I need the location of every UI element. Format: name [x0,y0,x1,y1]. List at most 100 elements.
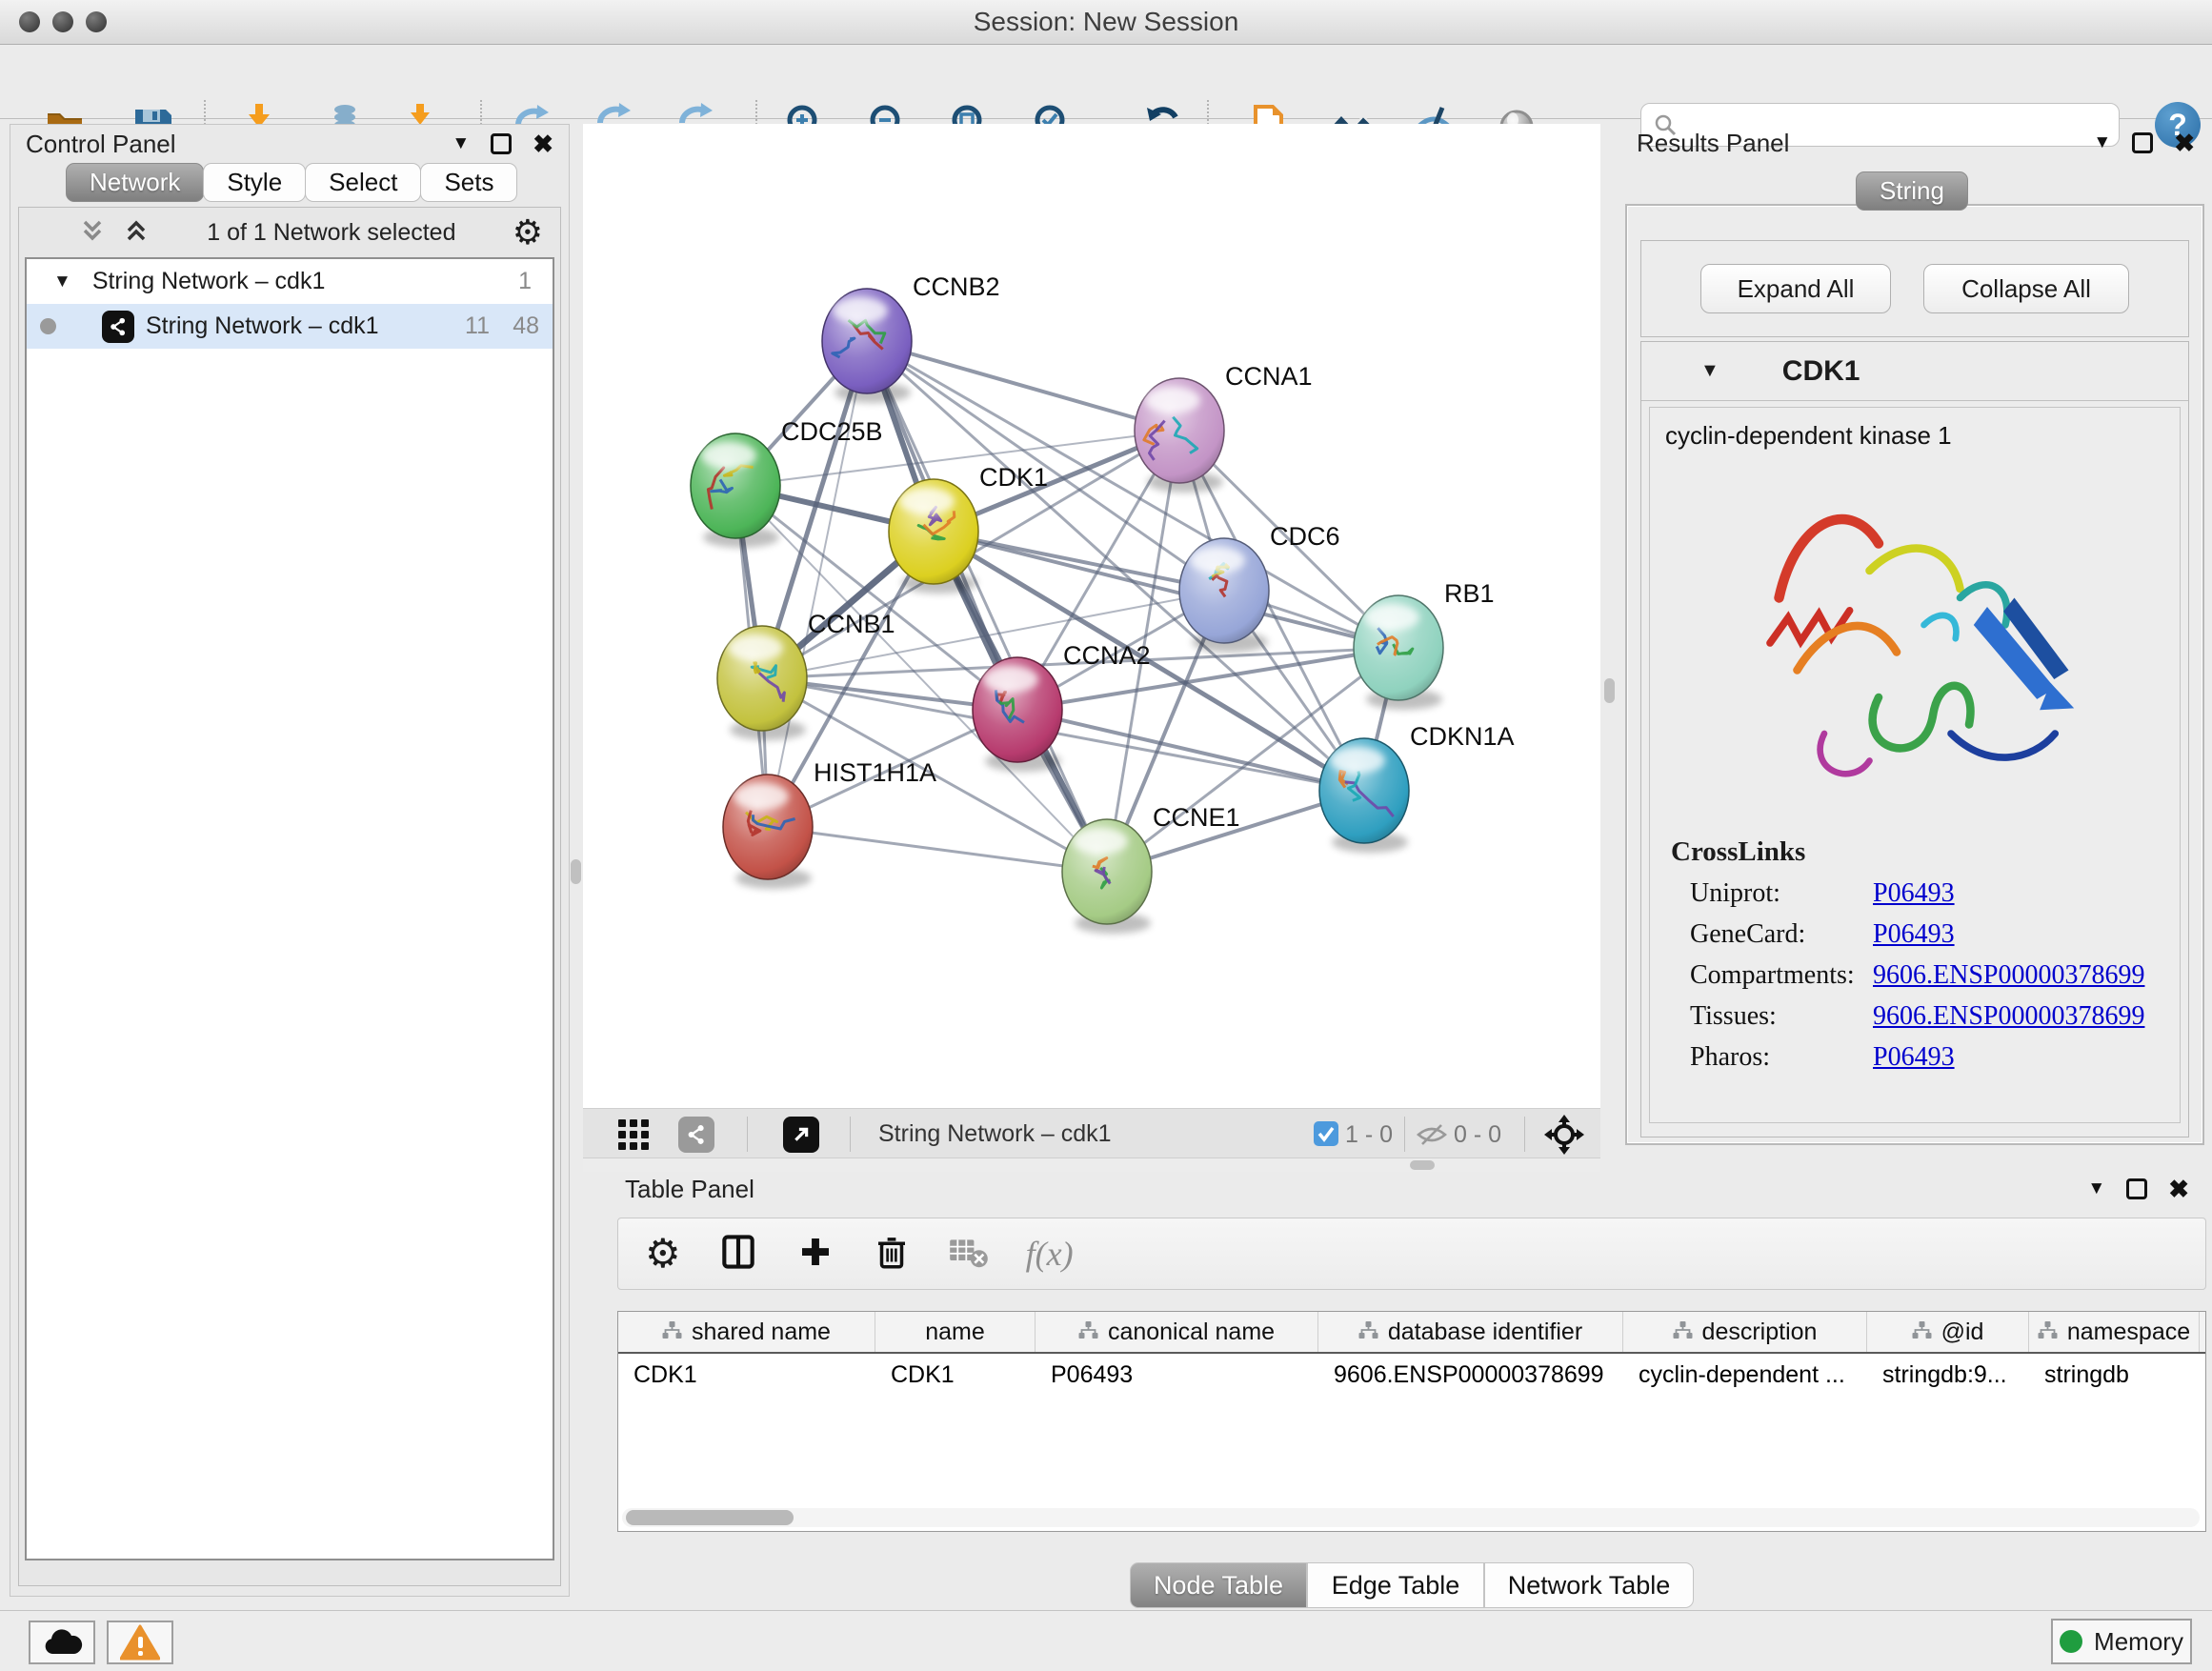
close-window-button[interactable] [19,11,40,32]
crosslink-value-link[interactable]: 9606.ENSP00000378699 [1873,960,2144,991]
tab-network-table[interactable]: Network Table [1484,1562,1694,1608]
node-label-ccna1: CCNA1 [1225,362,1313,391]
table-row[interactable]: CDK1CDK1P064939606.ENSP00000378699cyclin… [618,1354,2205,1396]
network-edge[interactable] [867,341,1179,431]
node-label-ccnb1: CCNB1 [808,610,895,638]
panel-float-icon[interactable] [2132,132,2153,153]
table-cell[interactable]: cyclin-dependent ... [1623,1354,1867,1396]
zoom-window-button[interactable] [86,11,107,32]
panel-close-icon[interactable]: ✖ [2168,1175,2189,1204]
crosslink-value-link[interactable]: P06493 [1873,1042,1955,1073]
table-horizontal-scrollbar[interactable] [622,1508,2200,1527]
network-node-group [1354,595,1443,710]
network-view-toolbar: String Network – cdk1 1 - 0 0 - 0 [583,1108,1600,1158]
panel-close-icon[interactable]: ✖ [533,130,553,159]
table-cell[interactable]: CDK1 [618,1354,875,1396]
network-edge[interactable] [1017,710,1364,791]
column-type-icon [1358,1319,1378,1346]
column-header-label: namespace [2067,1319,2190,1346]
memory-button[interactable]: Memory [2051,1619,2192,1664]
cloud-button[interactable] [29,1621,95,1664]
tab-style[interactable]: Style [203,163,306,202]
collapse-all-networks-icon[interactable] [78,216,107,250]
table-settings-gear-icon[interactable]: ⚙ [645,1234,681,1274]
grid-view-icon[interactable] [617,1118,650,1156]
tab-node-table[interactable]: Node Table [1130,1562,1307,1608]
tab-network[interactable]: Network [66,163,204,202]
column-header-label: canonical name [1108,1319,1275,1346]
crosslink-row: Pharos:P06493 [1690,1042,2164,1073]
hidden-count: 0 - 0 [1454,1121,1501,1149]
hidden-eye-icon[interactable] [1416,1122,1448,1152]
left-splitter-grip[interactable] [571,859,581,884]
crosslink-value-link[interactable]: 9606.ENSP00000378699 [1873,1001,2144,1032]
tab-edge-table[interactable]: Edge Table [1307,1562,1484,1608]
show-columns-icon[interactable] [717,1231,759,1278]
control-panel: Control Panel ▼ ✖ Network Style Select S… [10,124,570,1597]
add-column-icon[interactable] [795,1232,835,1277]
column-header-label: database identifier [1388,1319,1582,1346]
table-cell[interactable]: P06493 [1036,1354,1318,1396]
panel-close-icon[interactable]: ✖ [2174,129,2195,158]
expand-all-button[interactable]: Expand All [1700,264,1891,313]
network-node-group [973,657,1062,772]
tab-string[interactable]: String [1856,171,1968,211]
table-cell[interactable]: 9606.ENSP00000378699 [1318,1354,1623,1396]
network-edge[interactable] [867,341,1107,872]
selected-checkbox-icon[interactable] [1313,1120,1339,1152]
tab-sets[interactable]: Sets [420,163,517,202]
node-label-rb1: RB1 [1444,579,1495,608]
network-collection-row[interactable]: ▼ String Network – cdk1 1 [27,259,553,304]
string-network-icon [102,311,134,343]
table-cell[interactable]: stringdb [2029,1354,2200,1396]
column-header-name[interactable]: name [875,1312,1036,1352]
network-edge[interactable] [768,341,867,827]
network-node-group [1062,819,1152,934]
column-header-shared-name[interactable]: shared name [618,1312,875,1352]
expand-all-networks-icon[interactable] [122,216,151,250]
memory-status-dot [2060,1630,2082,1653]
column-type-icon [662,1319,682,1346]
minimize-window-button[interactable] [52,11,73,32]
panel-menu-icon[interactable]: ▼ [452,133,470,154]
right-splitter-grip[interactable] [1604,678,1615,703]
crosslink-value-link[interactable]: P06493 [1873,878,1955,909]
scrollbar-thumb[interactable] [626,1510,794,1525]
network-edge[interactable] [768,827,1107,872]
birds-eye-view-icon[interactable] [1543,1114,1585,1160]
panel-float-icon[interactable] [2126,1178,2147,1199]
horizontal-splitter-grip[interactable] [1410,1160,1435,1170]
collapse-all-button[interactable]: Collapse All [1923,264,2129,313]
open-in-window-icon[interactable] [783,1117,819,1153]
results-panel: Results Panel ▼ ✖ String Expand All Coll… [1619,124,2212,1149]
network-view-canvas[interactable]: CCNB2CCNA1CDC25BCDK1CDC6RB1CCNB1CCNA2CDK… [583,124,1600,1108]
network-options-gear-icon[interactable]: ⚙ [513,215,543,250]
crosslink-value-link[interactable]: P06493 [1873,919,1955,950]
column-header-canonical-name[interactable]: canonical name [1036,1312,1318,1352]
navbar-separator [1404,1117,1405,1152]
network-node-group [822,289,912,403]
memory-label: Memory [2094,1627,2183,1657]
node-table: shared namename canonical name database id… [617,1311,2206,1532]
column-header-namespace[interactable]: namespace [2029,1312,2200,1352]
entry-description: cyclin-dependent kinase 1 [1665,421,2164,451]
table-cell[interactable]: stringdb:9... [1867,1354,2029,1396]
table-cell[interactable]: CDK1 [875,1354,1036,1396]
delete-column-icon[interactable] [872,1232,912,1277]
tab-select[interactable]: Select [305,163,421,202]
share-view-icon[interactable] [678,1117,714,1153]
table-panel-title: Table Panel [625,1175,754,1204]
panel-menu-icon[interactable]: ▼ [2087,1178,2105,1199]
column-header-description[interactable]: description [1623,1312,1867,1352]
column-header-database-identifier[interactable]: database identifier [1318,1312,1623,1352]
column-header--id[interactable]: @id [1867,1312,2029,1352]
collection-expand-icon[interactable]: ▼ [53,272,71,292]
panel-menu-icon[interactable]: ▼ [2093,132,2111,153]
node-label-cdk1: CDK1 [979,463,1048,492]
entry-collapse-icon[interactable]: ▼ [1700,360,1719,382]
network-node-count: 11 [465,312,490,340]
panel-float-icon[interactable] [491,133,512,154]
warning-button[interactable] [107,1621,173,1664]
crosslink-label: Compartments: [1690,960,1873,991]
network-row-selected[interactable]: String Network – cdk1 11 48 [27,304,553,349]
